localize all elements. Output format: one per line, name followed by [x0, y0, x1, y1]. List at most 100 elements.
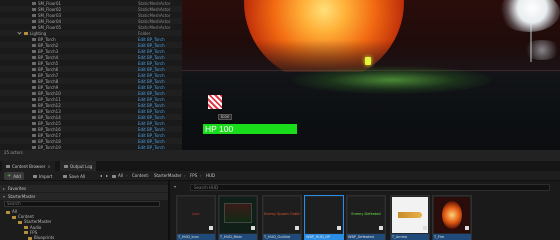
asset-type-icon: [337, 226, 341, 230]
close-icon[interactable]: ×: [47, 164, 50, 169]
asset-name-label: T_HUD_Outline: [264, 235, 291, 239]
favorites-header[interactable]: ▸ Favorites: [0, 185, 168, 192]
edit-blueprint-link[interactable]: Edit BP_Torch: [138, 133, 165, 138]
tab-output-log[interactable]: Output Log: [60, 161, 97, 171]
edit-blueprint-link[interactable]: Edit BP_Torch: [138, 61, 165, 66]
folder-icon: [24, 226, 28, 230]
asset-name-strip: T_Ammo: [391, 234, 429, 240]
edit-blueprint-link[interactable]: Edit BP_Torch: [138, 121, 165, 126]
asset-name-label: T_HUD_Icon: [178, 235, 199, 239]
edit-blueprint-link[interactable]: Edit BP_Torch: [138, 115, 165, 120]
folder-icon: [24, 31, 28, 35]
breadcrumb-content[interactable]: Content: [132, 172, 148, 180]
asset-tile[interactable]: T_HUD_Main: [218, 195, 258, 240]
asset-search-input[interactable]: Search HUD: [190, 184, 550, 191]
asset-tile[interactable]: T_Ammo: [390, 195, 430, 240]
asset-tile[interactable]: T_Fire: [432, 195, 472, 240]
asset-name-strip: WBP_HUD_HP: [305, 234, 343, 240]
static-mesh-icon: [32, 13, 36, 17]
asset-type-icon: [379, 226, 383, 230]
static-mesh-icon: [32, 1, 36, 5]
outliner-item-label: BP_Torch2: [38, 42, 59, 48]
lamp-reflection: [522, 40, 560, 60]
edit-blueprint-link[interactable]: Edit BP_Torch: [138, 103, 165, 108]
asset-tile[interactable]: Enemy Defeated WBP_Defeated: [346, 195, 386, 240]
outliner-item-label: BP_Torch11: [38, 96, 61, 102]
folder-icon: [112, 174, 116, 178]
content-browser-icon: [6, 164, 10, 168]
thumbnail-scene: [224, 203, 252, 223]
world-outliner: SM_Floor01 StaticMeshActor SM_Floor02 Stati…: [0, 0, 182, 150]
blueprint-actor-icon: [32, 121, 36, 125]
project-header[interactable]: ▾ StarterMaster: [0, 193, 168, 200]
breadcrumb-fps[interactable]: FPS: [190, 172, 197, 180]
asset-name-label: WBP_Defeated: [348, 235, 374, 239]
sources-search-input[interactable]: Search: [4, 201, 160, 207]
outliner-item-type: StaticMeshActor: [138, 18, 171, 24]
breadcrumb-hud[interactable]: HUD: [206, 172, 215, 180]
asset-name-label: T_Ammo: [392, 235, 408, 239]
outliner-item-label: SM_Floor02: [38, 6, 62, 12]
tab-content-browser[interactable]: Content Browser ×: [2, 161, 55, 171]
outliner-item-label: BP_Torch3: [38, 48, 59, 54]
outliner-item-label: BP_Torch: [38, 36, 56, 42]
edit-blueprint-link[interactable]: Edit BP_Torch: [138, 73, 165, 78]
blueprint-actor-icon: [32, 139, 36, 143]
folder-tree-item[interactable]: Blueprints: [0, 235, 168, 240]
floor-green-glow: [292, 66, 492, 94]
folder-icon: [28, 236, 32, 240]
asset-name-strip: WBP_Defeated: [347, 234, 385, 240]
folder-tree-label: Blueprints: [34, 235, 55, 240]
import-icon: [33, 174, 37, 178]
breadcrumb-separator: ›: [126, 173, 128, 178]
pickup-item: [365, 57, 371, 65]
save-all-button[interactable]: Save All: [60, 172, 88, 180]
edit-blueprint-link[interactable]: Edit BP_Torch: [138, 139, 165, 144]
asset-name-label: T_HUD_Main: [220, 235, 242, 239]
asset-type-icon: [295, 226, 299, 230]
edit-blueprint-link[interactable]: Edit BP_Torch: [138, 109, 165, 114]
outliner-item-label: BP_Torch19: [38, 144, 61, 150]
breadcrumb-separator: ›: [184, 173, 186, 178]
breadcrumb-all[interactable]: All: [118, 172, 123, 180]
breadcrumb-startermaster[interactable]: StarterMaster: [154, 172, 182, 180]
nav-back-icon[interactable]: ◂: [100, 172, 102, 180]
chevron-down-icon[interactable]: [17, 30, 22, 35]
import-button[interactable]: Import: [30, 172, 55, 180]
outliner-item-label: BP_Torch7: [38, 72, 59, 78]
edit-blueprint-link[interactable]: Edit BP_Torch: [138, 145, 165, 150]
add-label: Add: [13, 173, 21, 179]
bottom-tab-strip: [0, 150, 560, 161]
edit-blueprint-link[interactable]: Edit BP_Torch: [138, 79, 165, 84]
asset-tile[interactable]: WBP_HUD_HP: [304, 195, 344, 240]
blueprint-actor-icon: [32, 49, 36, 53]
edit-blueprint-link[interactable]: Edit BP_Torch: [138, 49, 165, 54]
outliner-item-type: Folder: [138, 30, 151, 36]
edit-blueprint-link[interactable]: Edit BP_Torch: [138, 43, 165, 48]
asset-tile[interactable]: Icon T_HUD_Icon: [176, 195, 216, 240]
outliner-item-label: Lighting: [30, 30, 47, 36]
nav-forward-icon[interactable]: ▸: [106, 172, 108, 180]
outliner-item-label: BP_Torch10: [38, 90, 61, 96]
asset-type-icon: [251, 226, 255, 230]
bullet-shape: [398, 212, 422, 218]
blueprint-actor-icon: [32, 103, 36, 107]
edit-blueprint-link[interactable]: Edit BP_Torch: [138, 37, 165, 42]
blueprint-actor-icon: [32, 91, 36, 95]
filter-button[interactable]: ▾: [174, 184, 176, 190]
add-button[interactable]: + Add: [4, 172, 24, 180]
hp-bar: HP 100: [203, 124, 297, 134]
edit-blueprint-link[interactable]: Edit BP_Torch: [138, 127, 165, 132]
blueprint-actor-icon: [32, 67, 36, 71]
lamp-light: [498, 0, 560, 32]
edit-blueprint-link[interactable]: Edit BP_Torch: [138, 91, 165, 96]
outliner-item-label: BP_Torch15: [38, 120, 61, 126]
edit-blueprint-link[interactable]: Edit BP_Torch: [138, 97, 165, 102]
asset-tile[interactable]: Enemy Spawn Outline T_HUD_Outline: [262, 195, 302, 240]
edit-blueprint-link[interactable]: Edit BP_Torch: [138, 55, 165, 60]
outliner-item-label: SM_Floor01: [38, 0, 62, 6]
edit-blueprint-link[interactable]: Edit BP_Torch: [138, 67, 165, 72]
outliner-item-label: BP_Torch9: [38, 84, 59, 90]
breadcrumb-separator: ›: [148, 173, 150, 178]
edit-blueprint-link[interactable]: Edit BP_Torch: [138, 85, 165, 90]
